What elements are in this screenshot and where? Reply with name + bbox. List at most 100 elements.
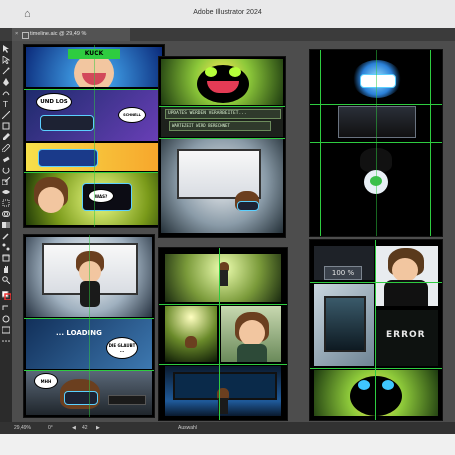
comic-panel [165, 254, 281, 302]
guide-line [159, 304, 287, 305]
document-tab[interactable]: × timeline.aic @ 29,49 % (CMYK/Vorschau) [12, 28, 130, 50]
window-bottom [0, 434, 455, 455]
vr-goggles [40, 115, 94, 131]
window-titlebar: ⌂ Adobe Illustrator 2024 [0, 0, 455, 29]
app-title: Adobe Illustrator 2024 [193, 9, 262, 16]
drawing-mode-icon[interactable] [2, 315, 10, 323]
guide-line [159, 106, 285, 107]
artboard-page-5[interactable] [158, 247, 288, 421]
loading-text: ... LOADING [56, 329, 102, 337]
eraser-icon[interactable] [2, 155, 10, 163]
display-value: 100 % [324, 266, 362, 280]
artboard-page-6[interactable]: 100 % ERROR [309, 239, 443, 421]
guide-line [94, 45, 95, 227]
artboard-tool-icon[interactable] [2, 254, 10, 262]
guide-line [310, 282, 442, 283]
comic-panel [314, 370, 438, 416]
scale-tool-icon[interactable] [2, 177, 10, 185]
goggle-lens [358, 380, 370, 390]
guide-line [159, 364, 287, 365]
artboard-page-1[interactable]: KUCK UND LOS SCHNELL WAS? [23, 44, 165, 228]
rectangle-tool-icon[interactable] [2, 122, 10, 130]
goggle-lens [229, 67, 241, 77]
zoom-tool-icon[interactable] [2, 276, 10, 284]
rotation-value[interactable]: 0° [48, 422, 53, 434]
guide-line [310, 368, 442, 369]
pen-tool-icon[interactable] [2, 78, 10, 86]
comic-panel [161, 59, 283, 105]
comic-panel: UPDATES WERDEN VERARBEITET... WARTEZEIT … [161, 107, 283, 137]
tools-panel: T [0, 41, 12, 422]
comic-panel: ERROR [376, 310, 438, 366]
eyedropper-icon[interactable] [2, 232, 10, 240]
width-tool-icon[interactable] [2, 188, 10, 196]
hand-tool-icon[interactable] [2, 265, 10, 273]
swap-colors-icon[interactable] [2, 304, 10, 312]
speech-bubble: WAS? [88, 189, 114, 203]
character-body [384, 280, 428, 306]
document-tabbar: × timeline.aic @ 29,49 % (CMYK/Vorschau) [0, 28, 455, 50]
prev-artboard-icon[interactable]: ◀ [72, 422, 76, 434]
free-transform-icon[interactable] [2, 199, 10, 207]
tablet [324, 296, 366, 352]
artboard-page-2[interactable]: UPDATES WERDEN VERARBEITET... WARTEZEIT … [158, 56, 286, 238]
comic-panel [221, 306, 281, 362]
vr-goggles [360, 74, 396, 88]
zoom-level[interactable]: 29,49% [14, 422, 31, 434]
guide-line [376, 50, 377, 236]
speech-bubble: DIE GLAUBT ... [106, 337, 138, 359]
character-hair [185, 336, 197, 348]
vr-goggles [237, 201, 259, 211]
character-body [237, 344, 267, 362]
current-tool-name: Auswahl [178, 425, 197, 431]
goggle-lens [382, 380, 394, 390]
rotate-tool-icon[interactable] [2, 166, 10, 174]
guide-line [375, 240, 376, 420]
character-face [38, 187, 64, 213]
close-tab-icon[interactable]: × [15, 28, 18, 41]
type-tool-icon[interactable]: T [2, 100, 10, 108]
guide-line [430, 50, 431, 236]
keyboard [108, 395, 146, 405]
comic-panel [165, 366, 281, 416]
pencil-icon[interactable] [2, 144, 10, 152]
comic-panel [165, 306, 217, 362]
document-icon [22, 32, 29, 39]
next-artboard-icon[interactable]: ▶ [96, 422, 100, 434]
guide-line [89, 235, 90, 417]
curvature-tool-icon[interactable] [2, 89, 10, 97]
screen-mode-icon[interactable] [2, 326, 10, 334]
shape-builder-icon[interactable] [2, 210, 10, 218]
gradient-tool-icon[interactable] [2, 221, 10, 229]
line-tool-icon[interactable] [2, 111, 10, 119]
status-banner: WARTEZEIT WIRD BERECHNET [169, 121, 271, 131]
vr-goggles [64, 391, 98, 405]
character-body [80, 281, 100, 307]
comic-panel: 100 % [314, 246, 374, 280]
guide-line [320, 50, 321, 236]
direct-selection-tool-icon[interactable] [2, 56, 10, 64]
blend-tool-icon[interactable] [2, 243, 10, 251]
guide-line [219, 248, 220, 420]
character-body [220, 270, 228, 286]
magic-wand-icon[interactable] [2, 67, 10, 75]
more-tools-icon[interactable] [2, 337, 10, 345]
character-face [79, 261, 101, 283]
speech-bubble: MHH [34, 373, 58, 389]
speech-bubble: SCHNELL [118, 107, 146, 123]
status-bar: 29,49% 0° ◀ 42 ▶ Auswahl [0, 422, 455, 434]
svg-text:T: T [2, 100, 8, 108]
fill-color-swatch[interactable] [2, 291, 11, 300]
comic-panel [314, 284, 374, 366]
artboard-page-3[interactable] [309, 49, 443, 237]
paintbrush-icon[interactable] [2, 133, 10, 141]
status-banner: UPDATES WERDEN VERARBEITET... [165, 109, 281, 119]
error-text: ERROR [386, 330, 426, 340]
comic-panel [376, 246, 438, 306]
selection-tool-icon[interactable] [2, 45, 10, 53]
artboard-page-4[interactable]: ... LOADING DIE GLAUBT ... MHH [23, 234, 155, 418]
character-face [239, 320, 265, 346]
artboard-number[interactable]: 42 [82, 422, 88, 434]
artboard-canvas[interactable]: KUCK UND LOS SCHNELL WAS? UPDATES WERD [12, 41, 455, 422]
speech-bubble: UND LOS [36, 93, 72, 111]
